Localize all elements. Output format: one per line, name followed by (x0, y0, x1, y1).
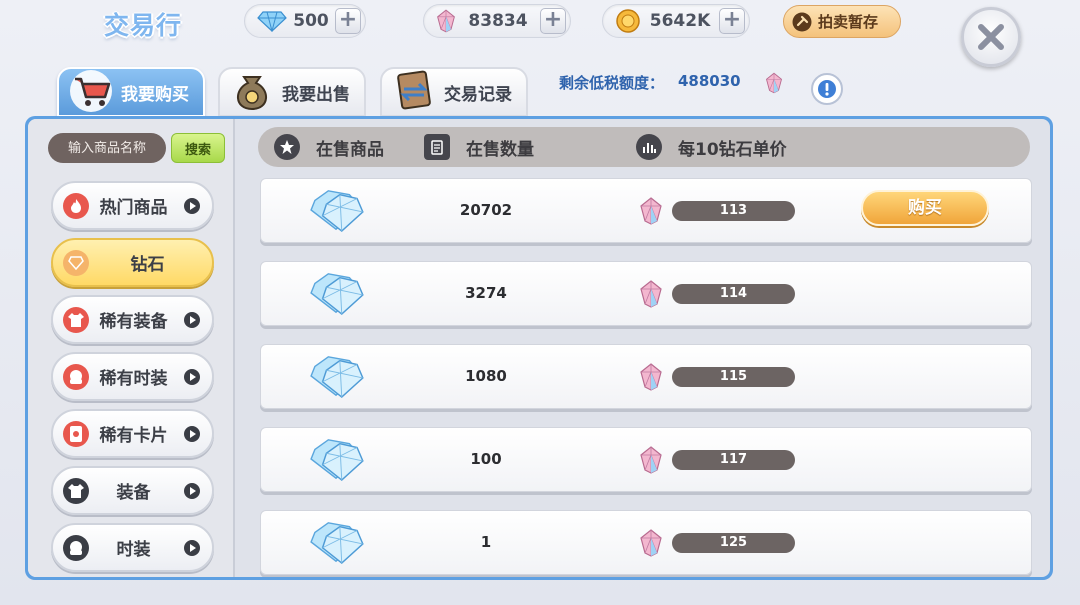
diamond-amount: 500 (293, 11, 329, 31)
table-row[interactable]: 100 117 (260, 427, 1032, 492)
add-diamond-button[interactable]: + (335, 8, 361, 34)
diamond-item-icon (307, 353, 365, 399)
category-equipment[interactable]: 装备 (51, 466, 214, 515)
tab-history-label: 交易记录 (444, 84, 512, 105)
close-button[interactable] (961, 7, 1021, 67)
arrow-right-icon (184, 539, 200, 556)
category-label: 稀有卡片 (99, 426, 168, 446)
add-gold-button[interactable]: + (719, 8, 745, 34)
column-quantity: 在售数量 (424, 134, 534, 160)
row-price: 114 (672, 284, 795, 304)
diamond-currency: 500 + (244, 4, 366, 38)
table-row[interactable]: 20702 113 购买 (260, 178, 1032, 243)
search-button[interactable]: 搜索 (171, 133, 225, 163)
tab-buy[interactable]: 我要购买 (57, 67, 205, 117)
category-label: 钻石 (130, 255, 165, 275)
tab-history[interactable]: 交易记录 (380, 67, 528, 117)
column-item: 在售商品 (274, 134, 384, 160)
crystal-icon (639, 196, 663, 226)
exchange-record-icon (397, 70, 431, 110)
market-panel: 搜索 热门商品 钻石 稀有装备 稀有时装 (25, 116, 1053, 580)
category-label: 稀有时装 (99, 369, 168, 389)
gold-amount: 5642K (649, 11, 711, 31)
table-row[interactable]: 1 125 (260, 510, 1032, 575)
costume-icon (63, 363, 89, 390)
tax-quota-value: 488030 (678, 72, 741, 90)
tab-buy-label: 我要购买 (121, 84, 189, 105)
gold-currency: 5642K + (602, 4, 750, 38)
table-row[interactable]: 3274 114 (260, 261, 1032, 326)
arrow-right-icon (184, 482, 200, 499)
table-header: 在售商品 在售数量 每10钻石单价 (258, 127, 1030, 167)
row-quantity: 20702 (459, 201, 513, 219)
column-price-label: 每10钻石单价 (678, 139, 787, 160)
tab-sell-label: 我要出售 (282, 84, 350, 105)
diamond-item-icon (307, 270, 365, 316)
page-title: 交易行 (104, 11, 183, 40)
crystal-currency: 83834 + (423, 4, 571, 38)
column-quantity-label: 在售数量 (466, 139, 534, 160)
category-label: 热门商品 (99, 198, 168, 218)
category-label: 装备 (116, 483, 151, 503)
hammer-icon (792, 12, 812, 31)
auction-storage-button[interactable]: 拍卖暂存 (783, 5, 901, 38)
info-button[interactable] (811, 73, 843, 105)
star-icon (274, 134, 300, 160)
cart-icon (70, 70, 112, 112)
tax-quota-label: 剩余低税额度： (559, 74, 665, 92)
row-price: 115 (672, 367, 795, 387)
diamond-icon (63, 249, 89, 276)
shirt-icon (63, 477, 89, 504)
crystal-icon (639, 362, 663, 392)
add-crystal-button[interactable]: + (540, 8, 566, 34)
tab-sell[interactable]: 我要出售 (218, 67, 366, 117)
exclamation-icon (818, 80, 836, 98)
row-quantity: 3274 (465, 284, 507, 302)
costume-icon (63, 534, 89, 561)
crystal-amount: 83834 (468, 11, 528, 31)
crystal-icon (765, 72, 783, 94)
category-rare-equipment[interactable]: 稀有装备 (51, 295, 214, 344)
row-quantity: 1 (480, 533, 492, 551)
diamond-item-icon (307, 519, 365, 565)
row-price: 125 (672, 533, 795, 553)
row-quantity: 100 (470, 450, 502, 468)
arrow-right-icon (184, 425, 200, 442)
crystal-icon (436, 9, 456, 33)
column-price: 每10钻石单价 (636, 134, 787, 160)
row-price: 113 (672, 201, 795, 221)
crystal-icon (639, 528, 663, 558)
crystal-icon (639, 445, 663, 475)
column-item-label: 在售商品 (316, 139, 384, 160)
gold-coin-icon (616, 9, 640, 33)
row-quantity: 1080 (465, 367, 507, 385)
category-label: 时装 (116, 540, 151, 560)
money-bag-icon (237, 76, 267, 111)
search-input[interactable] (48, 133, 166, 163)
buy-button[interactable]: 购买 (861, 190, 989, 226)
category-hot-items[interactable]: 热门商品 (51, 181, 214, 230)
category-costume[interactable]: 时装 (51, 523, 214, 572)
category-label: 稀有装备 (99, 312, 168, 332)
shirt-icon (63, 306, 89, 333)
row-price: 117 (672, 450, 795, 470)
hot-icon (63, 192, 89, 219)
category-rare-costume[interactable]: 稀有时装 (51, 352, 214, 401)
card-icon (63, 420, 89, 447)
price-chart-icon (636, 134, 662, 160)
crystal-icon (639, 279, 663, 309)
category-diamond[interactable]: 钻石 (51, 238, 214, 287)
table-row[interactable]: 1080 115 (260, 344, 1032, 409)
close-icon (978, 24, 1004, 50)
arrow-right-icon (184, 368, 200, 385)
diamond-item-icon (307, 187, 365, 233)
category-sidebar: 搜索 热门商品 钻石 稀有装备 稀有时装 (28, 119, 235, 577)
arrow-right-icon (184, 311, 200, 328)
arrow-right-icon (184, 197, 200, 214)
diamond-icon (257, 11, 287, 32)
clipboard-icon (424, 134, 450, 160)
diamond-item-icon (307, 436, 365, 482)
category-rare-card[interactable]: 稀有卡片 (51, 409, 214, 458)
auction-storage-label: 拍卖暂存 (818, 13, 879, 31)
